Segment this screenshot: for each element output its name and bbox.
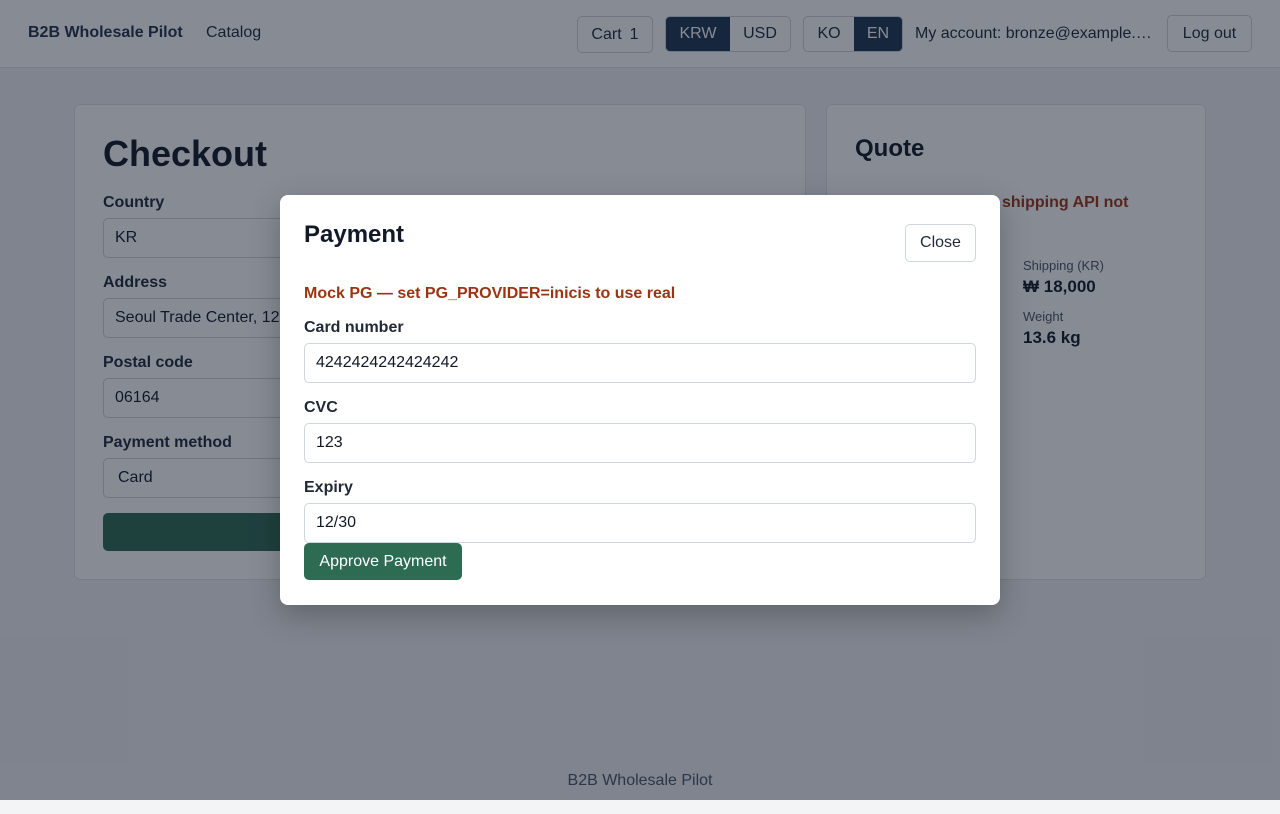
mock-pg-warning: Mock PG — set PG_PROVIDER=inicis to use … [304,285,676,302]
card-number-label: Card number [304,319,404,336]
modal-title: Payment [304,221,405,248]
approve-payment-button[interactable]: Approve Payment [304,543,462,580]
close-button[interactable]: Close [905,224,976,262]
expiry-field[interactable]: 12/30 [304,503,976,543]
cvc-field[interactable]: 123 [304,423,976,463]
page-bottom-strip [0,800,1280,814]
payment-modal: Payment Close Mock PG — set PG_PROVIDER=… [280,195,1000,605]
expiry-label: Expiry [304,479,353,496]
cvc-label: CVC [304,399,338,416]
card-number-field[interactable]: 4242424242424242 [304,343,976,383]
